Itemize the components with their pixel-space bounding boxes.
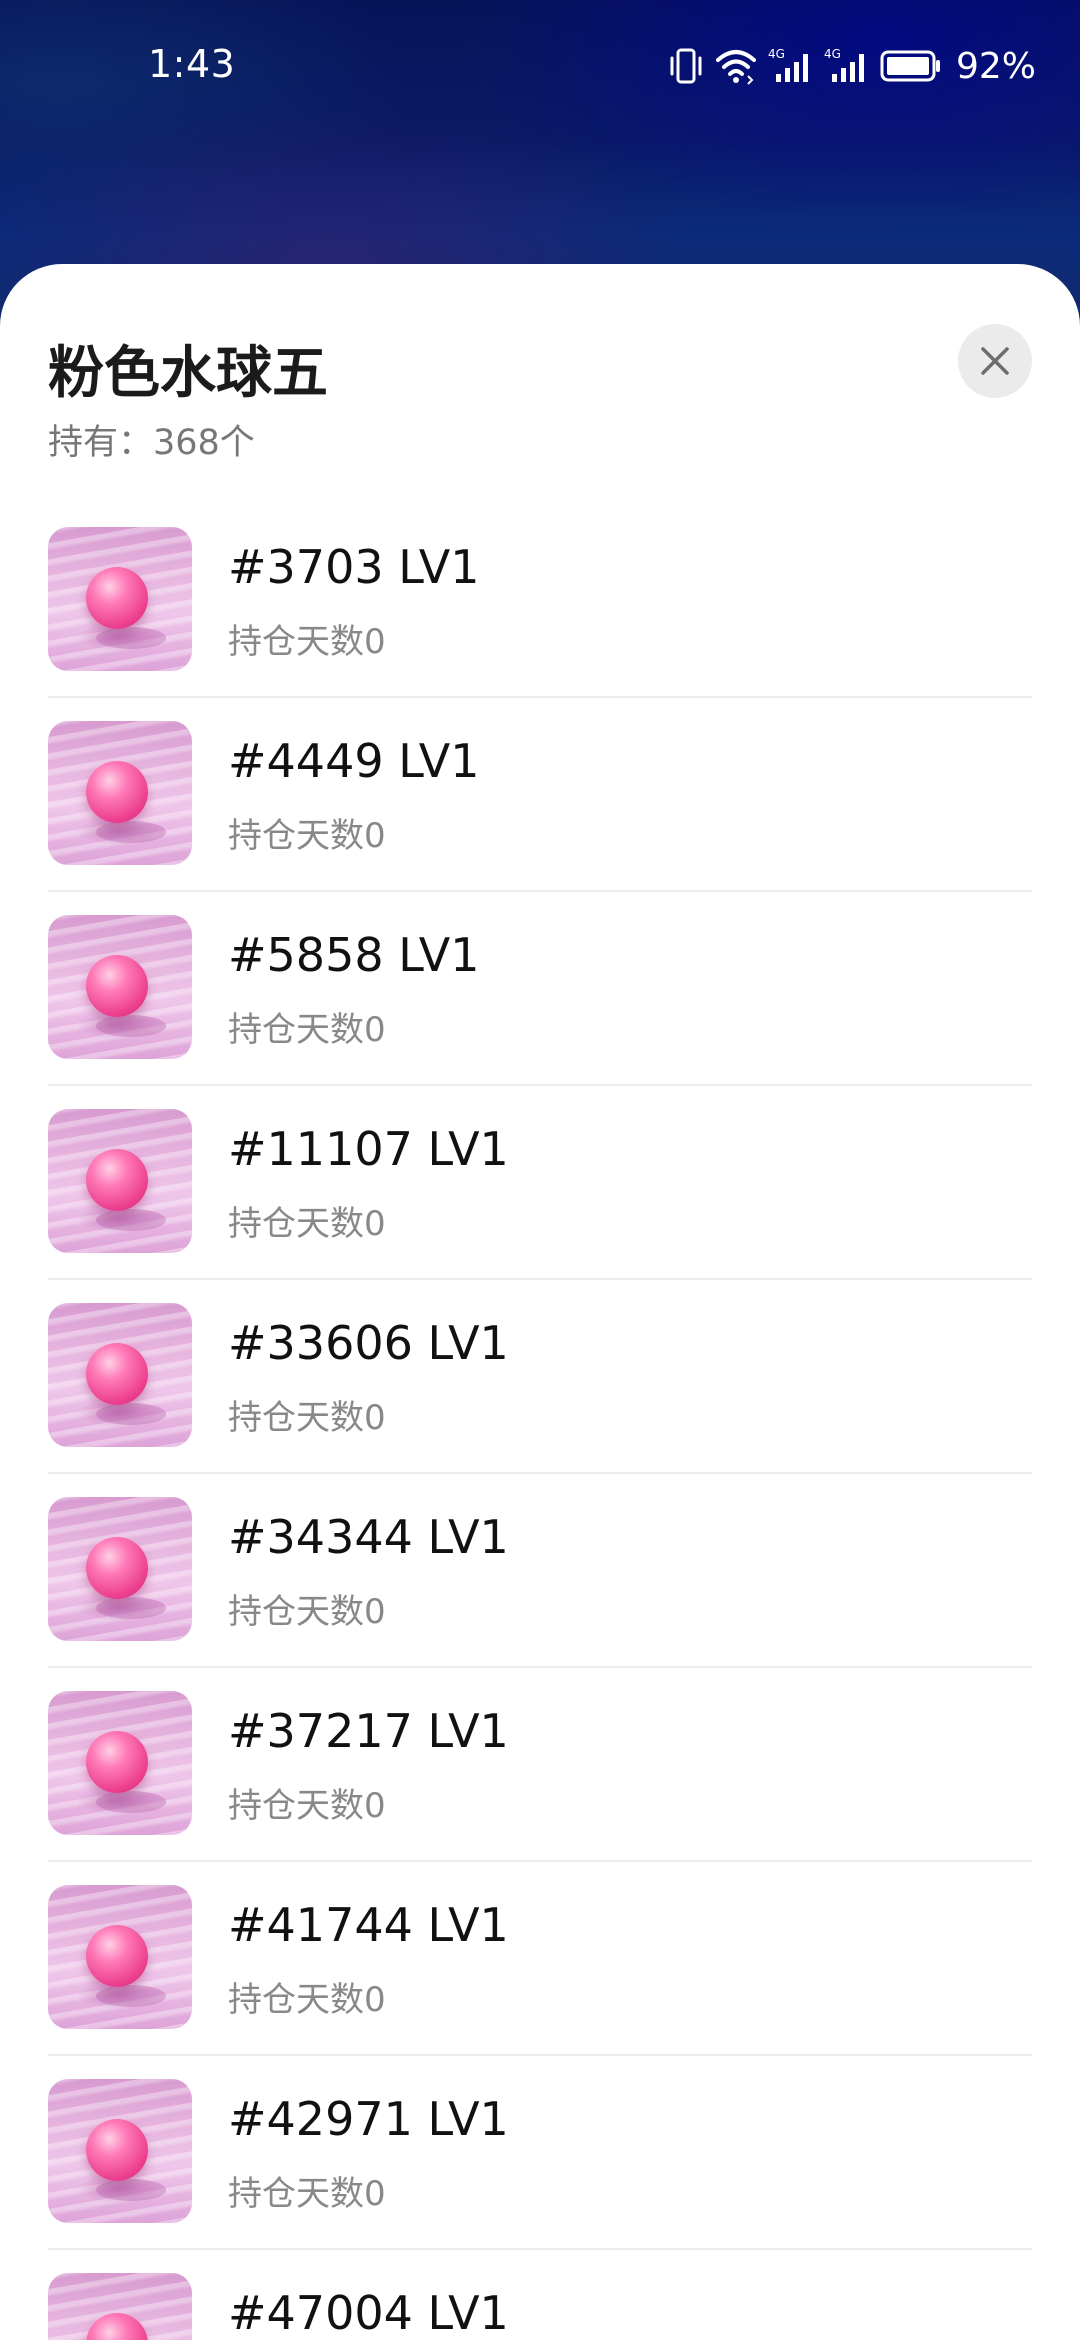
- item-list: #3703 LV1 持仓天数0 #4449 LV1 持仓天数0 #5858 LV…: [48, 504, 1032, 2340]
- holding-count: 持有：368个: [48, 423, 255, 463]
- battery-percent: 92%: [955, 45, 1036, 87]
- signal-4g-icon: 4G: [824, 47, 864, 82]
- bottom-sheet: 粉色水球五 持有：368个 #3703 LV1 持仓天数0 #4449 LV1 …: [0, 264, 1080, 2340]
- item-title: #33606 LV1: [228, 1316, 509, 1370]
- pink-ball-thumbnail: [48, 527, 192, 671]
- list-item[interactable]: #11107 LV1 持仓天数0: [48, 1086, 1032, 1280]
- item-title: #34344 LV1: [228, 1510, 509, 1564]
- item-title: #11107 LV1: [228, 1122, 509, 1176]
- svg-text:4G: 4G: [768, 47, 785, 61]
- item-days: 持仓天数0: [228, 2174, 386, 2214]
- pink-ball-thumbnail: [48, 1497, 192, 1641]
- item-title: #41744 LV1: [228, 1898, 509, 1952]
- item-days: 持仓天数0: [228, 816, 386, 856]
- vibrate-icon: [670, 48, 702, 84]
- battery-icon: [880, 50, 940, 82]
- pink-ball-thumbnail: [48, 915, 192, 1059]
- pink-ball-thumbnail: [48, 2079, 192, 2223]
- status-icons: 4G 4G 92%: [668, 44, 1036, 88]
- item-days: 持仓天数0: [228, 1010, 386, 1050]
- pink-ball-thumbnail: [48, 1303, 192, 1447]
- wifi-icon: [715, 50, 756, 85]
- list-item[interactable]: #5858 LV1 持仓天数0: [48, 892, 1032, 1086]
- list-item[interactable]: #3703 LV1 持仓天数0: [48, 504, 1032, 698]
- list-item[interactable]: #47004 LV1: [48, 2250, 1032, 2340]
- item-title: #5858 LV1: [228, 928, 480, 982]
- item-title: #47004 LV1: [228, 2286, 509, 2340]
- list-item[interactable]: #42971 LV1 持仓天数0: [48, 2056, 1032, 2250]
- item-title: #42971 LV1: [228, 2092, 509, 2146]
- svg-text:4G: 4G: [824, 47, 841, 61]
- status-time: 1:43: [148, 42, 236, 86]
- pink-ball-thumbnail: [48, 2273, 192, 2340]
- item-days: 持仓天数0: [228, 622, 386, 662]
- item-title: #37217 LV1: [228, 1704, 509, 1758]
- list-item[interactable]: #34344 LV1 持仓天数0: [48, 1474, 1032, 1668]
- signal-4g-icon: 4G: [768, 47, 808, 82]
- close-button[interactable]: [958, 324, 1032, 398]
- list-item[interactable]: #4449 LV1 持仓天数0: [48, 698, 1032, 892]
- list-item[interactable]: #41744 LV1 持仓天数0: [48, 1862, 1032, 2056]
- pink-ball-thumbnail: [48, 1109, 192, 1253]
- pink-ball-thumbnail: [48, 1691, 192, 1835]
- item-days: 持仓天数0: [228, 1204, 386, 1244]
- list-item[interactable]: #33606 LV1 持仓天数0: [48, 1280, 1032, 1474]
- item-days: 持仓天数0: [228, 1592, 386, 1632]
- pink-ball-thumbnail: [48, 1885, 192, 2029]
- sheet-title: 粉色水球五: [48, 341, 328, 406]
- item-days: 持仓天数0: [228, 1398, 386, 1438]
- status-bar: 1:43 4G 4G 92%: [0, 0, 1080, 130]
- close-icon: [981, 347, 1009, 375]
- item-title: #3703 LV1: [228, 540, 480, 594]
- item-days: 持仓天数0: [228, 1980, 386, 2020]
- item-days: 持仓天数0: [228, 1786, 386, 1826]
- list-item[interactable]: #37217 LV1 持仓天数0: [48, 1668, 1032, 1862]
- pink-ball-thumbnail: [48, 721, 192, 865]
- item-title: #4449 LV1: [228, 734, 480, 788]
